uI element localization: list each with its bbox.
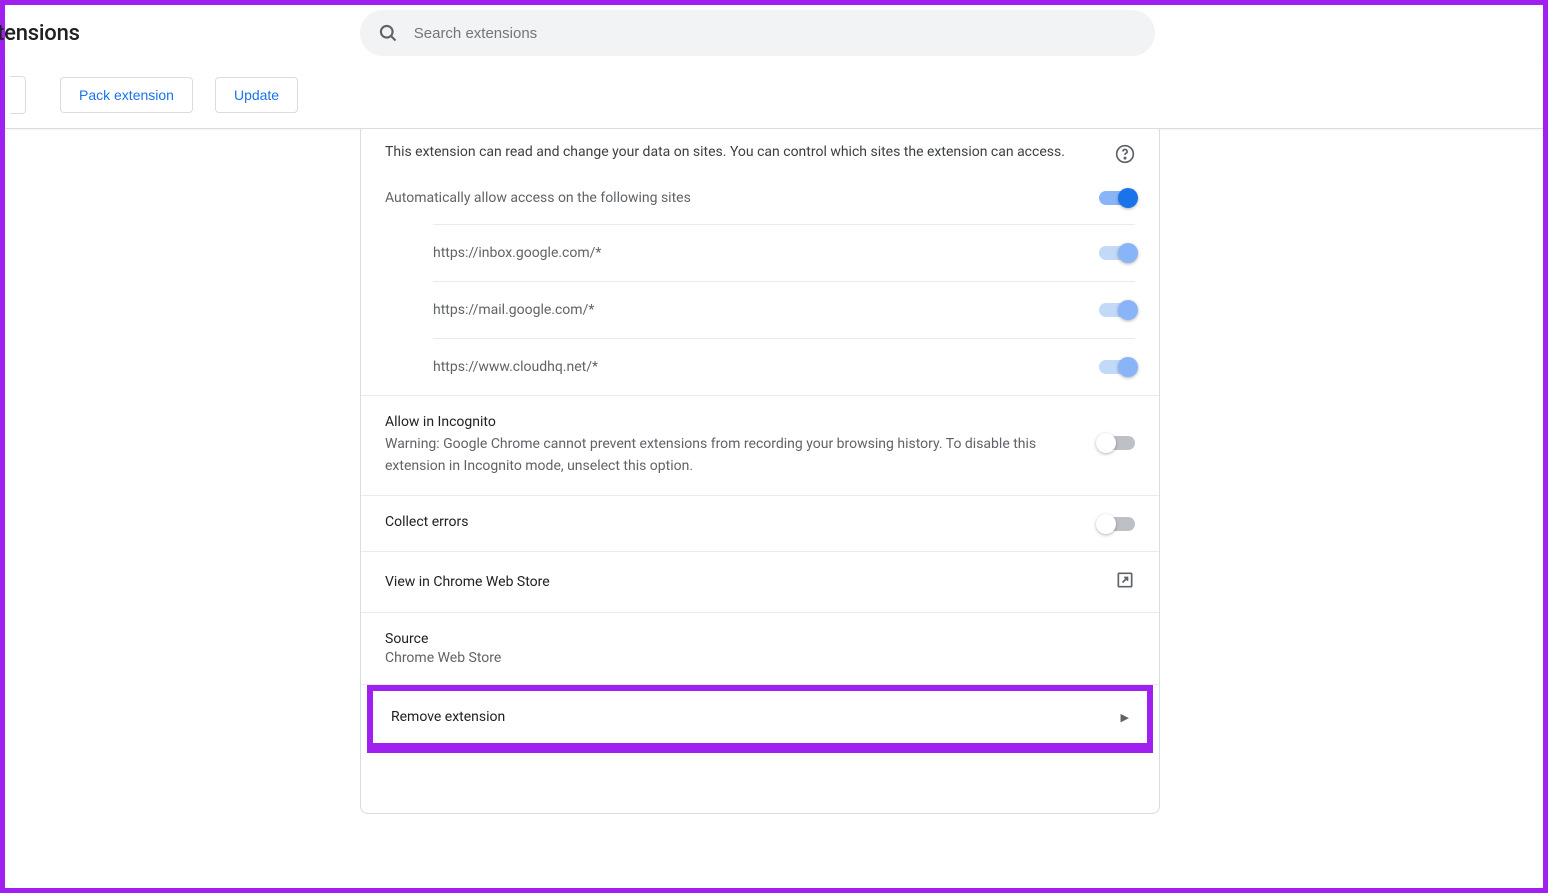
site-toggle[interactable]	[1099, 246, 1135, 260]
toolbar: Pack extension Update	[5, 61, 1543, 129]
collect-errors-row: Collect errors	[361, 496, 1159, 552]
chevron-right-icon: ▶	[1121, 711, 1129, 724]
site-toggle[interactable]	[1099, 360, 1135, 374]
site-url: https://inbox.google.com/*	[433, 245, 601, 261]
partial-button[interactable]	[10, 76, 26, 114]
remove-extension-button[interactable]: Remove extension ▶	[373, 691, 1147, 743]
external-link-icon	[1115, 570, 1135, 594]
webstore-link[interactable]: View in Chrome Web Store	[361, 552, 1159, 613]
source-value: Chrome Web Store	[385, 650, 1135, 666]
site-access-description: This extension can read and change your …	[385, 141, 1099, 163]
webstore-label: View in Chrome Web Store	[385, 574, 550, 590]
site-row: https://mail.google.com/*	[433, 281, 1135, 338]
auto-allow-toggle[interactable]	[1099, 191, 1135, 205]
source-label: Source	[385, 631, 1135, 647]
incognito-title: Allow in Incognito	[385, 414, 1099, 430]
remove-label: Remove extension	[391, 709, 505, 725]
extension-detail-card: This extension can read and change your …	[360, 129, 1160, 814]
site-url: https://mail.google.com/*	[433, 302, 594, 318]
search-icon	[378, 23, 398, 43]
incognito-row: Allow in Incognito Warning: Google Chrom…	[361, 396, 1159, 496]
help-icon[interactable]	[1115, 144, 1135, 168]
site-url: https://www.cloudhq.net/*	[433, 359, 598, 375]
collect-errors-toggle[interactable]	[1099, 517, 1135, 531]
collect-errors-label: Collect errors	[385, 514, 468, 530]
update-button[interactable]: Update	[215, 77, 298, 113]
site-row: https://inbox.google.com/*	[433, 224, 1135, 281]
auto-allow-label: Automatically allow access on the follow…	[385, 190, 691, 206]
incognito-warning: Warning: Google Chrome cannot prevent ex…	[385, 433, 1099, 477]
pack-extension-button[interactable]: Pack extension	[60, 77, 193, 113]
incognito-toggle[interactable]	[1099, 436, 1135, 450]
search-box[interactable]	[360, 10, 1155, 56]
source-row: Source Chrome Web Store	[361, 613, 1159, 685]
site-row: https://www.cloudhq.net/*	[433, 338, 1135, 395]
search-input[interactable]	[414, 25, 1137, 42]
site-toggle[interactable]	[1099, 303, 1135, 317]
remove-highlight: Remove extension ▶	[367, 685, 1153, 753]
page-title: tensions	[0, 21, 80, 46]
site-list: https://inbox.google.com/* https://mail.…	[385, 224, 1135, 395]
